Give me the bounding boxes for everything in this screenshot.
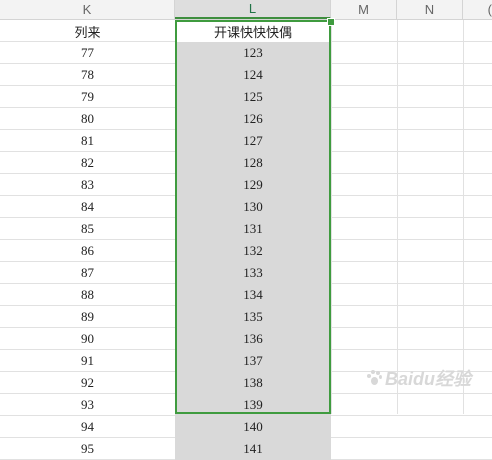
cell-k[interactable]: 77 — [0, 42, 175, 64]
cell-l[interactable]: 132 — [175, 240, 331, 262]
column-letter-n: N — [424, 2, 435, 17]
cell-l[interactable]: 139 — [175, 394, 331, 416]
cell-l[interactable]: 133 — [175, 262, 331, 284]
cell-k[interactable]: 80 — [0, 108, 175, 130]
cell-k[interactable]: 95 — [0, 438, 175, 460]
cell-l[interactable]: 125 — [175, 86, 331, 108]
cell-k-header[interactable]: 列来 — [0, 20, 175, 42]
table-row: 89 135 — [0, 306, 492, 328]
column-header-m[interactable]: M — [331, 0, 397, 19]
cell-k[interactable]: 84 — [0, 196, 175, 218]
cell-grid: 列来 开课快快快偶 77 123 78 124 79 125 80 126 81 127 82 128… — [0, 20, 492, 460]
baidu-watermark: Baidu经验 — [366, 366, 471, 390]
cell-k[interactable]: 90 — [0, 328, 175, 350]
cell-l[interactable]: 127 — [175, 130, 331, 152]
table-row: 95 141 — [0, 438, 492, 460]
table-row: 94 140 — [0, 416, 492, 438]
cell-l[interactable]: 138 — [175, 372, 331, 394]
cell-l[interactable]: 128 — [175, 152, 331, 174]
cell-k[interactable]: 93 — [0, 394, 175, 416]
cell-k[interactable]: 87 — [0, 262, 175, 284]
cell-l[interactable]: 137 — [175, 350, 331, 372]
cell-k[interactable]: 92 — [0, 372, 175, 394]
spreadsheet: K L M N ( 列来 开课快快快偶 77 123 78 124 79 125 80 126… — [0, 0, 492, 460]
cell-k[interactable]: 83 — [0, 174, 175, 196]
cell-l[interactable]: 135 — [175, 306, 331, 328]
cell-l[interactable]: 129 — [175, 174, 331, 196]
table-row: 82 128 — [0, 152, 492, 174]
table-row: 81 127 — [0, 130, 492, 152]
table-row: 77 123 — [0, 42, 492, 64]
table-row: 79 125 — [0, 86, 492, 108]
cell-k[interactable]: 82 — [0, 152, 175, 174]
cell-l[interactable]: 134 — [175, 284, 331, 306]
column-header-k[interactable]: K — [0, 0, 175, 19]
cell-k[interactable]: 86 — [0, 240, 175, 262]
table-row: 78 124 — [0, 64, 492, 86]
cell-k[interactable]: 79 — [0, 86, 175, 108]
cell-l[interactable]: 124 — [175, 64, 331, 86]
cell-l[interactable]: 136 — [175, 328, 331, 350]
column-header-row: K L M N ( — [0, 0, 492, 20]
cell-k[interactable]: 88 — [0, 284, 175, 306]
cell-k[interactable]: 94 — [0, 416, 175, 438]
cell-k[interactable]: 85 — [0, 218, 175, 240]
cell-l[interactable]: 131 — [175, 218, 331, 240]
table-row: 93 139 — [0, 394, 492, 416]
column-letter-m: M — [358, 2, 369, 17]
cell-k[interactable]: 78 — [0, 64, 175, 86]
column-letter-next: ( — [487, 2, 492, 17]
header-row: 列来 开课快快快偶 — [0, 20, 492, 42]
table-row: 80 126 — [0, 108, 492, 130]
watermark-text: Baidu经验 — [385, 369, 472, 389]
table-row: 84 130 — [0, 196, 492, 218]
cell-k[interactable]: 91 — [0, 350, 175, 372]
paw-icon — [366, 370, 382, 386]
cell-l[interactable]: 123 — [175, 42, 331, 64]
table-row: 85 131 — [0, 218, 492, 240]
table-row: 87 133 — [0, 262, 492, 284]
cell-l[interactable]: 126 — [175, 108, 331, 130]
cell-l[interactable]: 140 — [175, 416, 331, 438]
table-row: 90 136 — [0, 328, 492, 350]
cell-l-header[interactable]: 开课快快快偶 — [175, 20, 331, 42]
cell-l[interactable]: 130 — [175, 196, 331, 218]
column-header-next[interactable]: ( — [463, 0, 492, 19]
column-letter-k: K — [82, 2, 92, 17]
table-row: 88 134 — [0, 284, 492, 306]
table-row: 83 129 — [0, 174, 492, 196]
column-header-n[interactable]: N — [397, 0, 463, 19]
column-header-l[interactable]: L — [175, 0, 331, 19]
fill-handle[interactable] — [327, 18, 335, 26]
cell-k[interactable]: 89 — [0, 306, 175, 328]
table-row: 86 132 — [0, 240, 492, 262]
column-letter-l: L — [248, 1, 257, 16]
cell-l[interactable]: 141 — [175, 438, 331, 460]
cell-k[interactable]: 81 — [0, 130, 175, 152]
